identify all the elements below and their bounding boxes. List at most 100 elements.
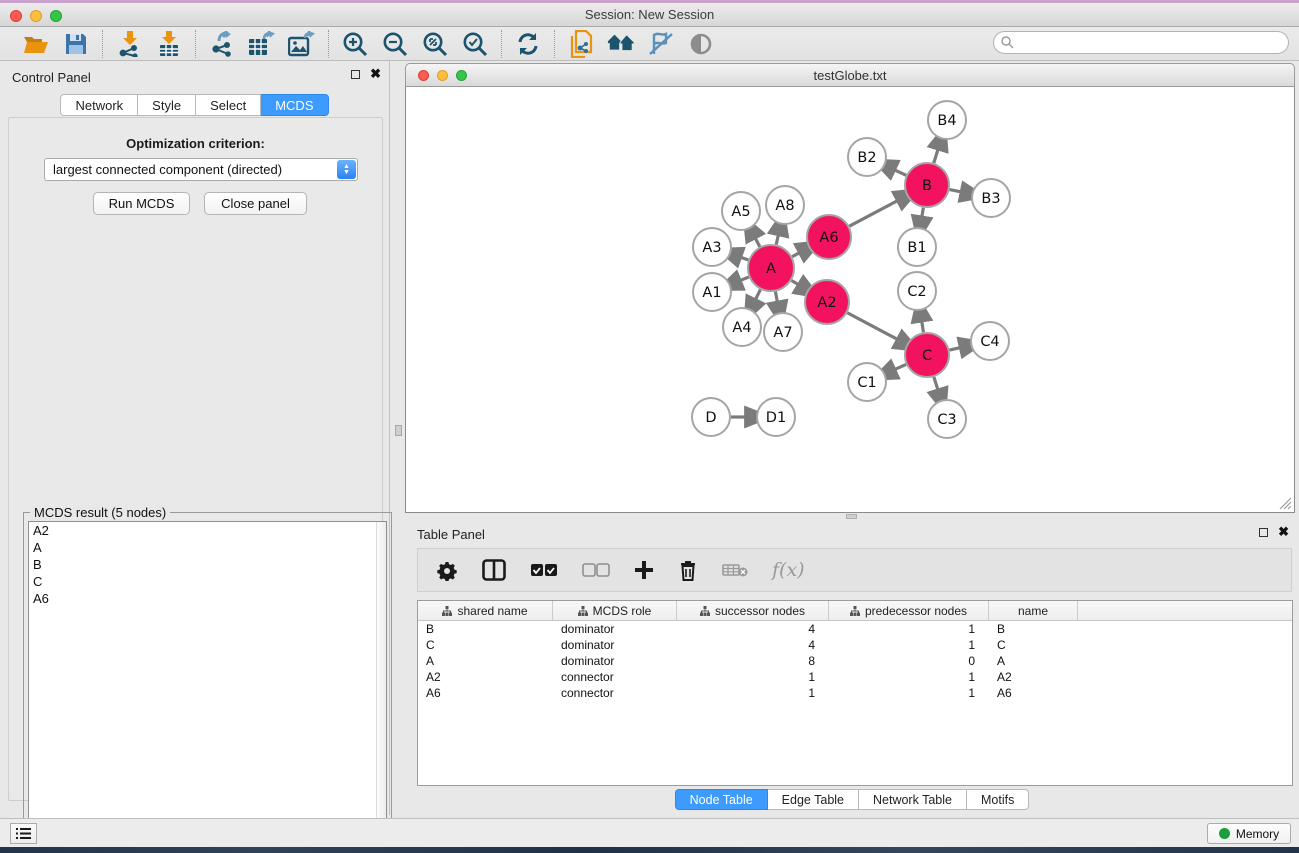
edge-A-A8[interactable] — [776, 233, 779, 244]
show-eye-icon[interactable] — [687, 30, 715, 58]
table-cell[interactable]: 8 — [677, 653, 829, 669]
tab-select[interactable]: Select — [196, 94, 261, 116]
node-C[interactable]: C — [905, 333, 949, 377]
open-session-icon[interactable] — [22, 30, 50, 58]
tab-mcds[interactable]: MCDS — [261, 94, 328, 116]
edge-B-B4[interactable] — [934, 148, 939, 163]
clone-network-icon[interactable] — [567, 30, 595, 58]
show-columns-icon[interactable] — [482, 559, 506, 581]
tab-style[interactable]: Style — [138, 94, 196, 116]
result-scrollbar[interactable] — [376, 522, 386, 846]
table-cell[interactable]: 1 — [829, 669, 989, 685]
result-item[interactable]: A — [29, 539, 386, 556]
node-A[interactable]: A — [748, 245, 794, 291]
edge-C-C1[interactable] — [893, 364, 906, 370]
close-panel-button[interactable]: Close panel — [204, 192, 307, 215]
edge-A-A6[interactable] — [792, 252, 801, 257]
tab-network-table[interactable]: Network Table — [859, 789, 967, 810]
vertical-split-handle[interactable] — [395, 425, 402, 436]
result-item[interactable]: B — [29, 556, 386, 573]
delete-column-trash-icon[interactable] — [678, 559, 698, 581]
edge-A-A3[interactable] — [739, 257, 748, 260]
table-cell[interactable]: 4 — [677, 621, 829, 637]
import-network-icon[interactable] — [115, 30, 143, 58]
edge-A-A5[interactable] — [755, 237, 760, 247]
node-B4[interactable]: B4 — [928, 101, 966, 139]
search-field[interactable] — [993, 31, 1289, 54]
column-header-predecessor-nodes[interactable]: predecessor nodes — [829, 601, 989, 620]
table-cell[interactable]: A2 — [418, 669, 553, 685]
function-builder-icon[interactable]: f(x) — [772, 559, 805, 581]
column-header-shared-name[interactable]: shared name — [418, 601, 553, 620]
tab-edge-table[interactable]: Edge Table — [768, 789, 859, 810]
float-panel-icon[interactable] — [351, 70, 360, 79]
export-image-icon[interactable] — [288, 30, 316, 58]
edge-B-B2[interactable] — [893, 169, 906, 175]
edge-A-A7[interactable] — [775, 292, 777, 304]
table-cell[interactable]: 0 — [829, 653, 989, 669]
node-C2[interactable]: C2 — [898, 272, 936, 310]
node-A8[interactable]: A8 — [766, 186, 804, 224]
table-cell[interactable]: dominator — [553, 621, 677, 637]
table-cell[interactable]: 1 — [829, 685, 989, 701]
hide-flags-icon[interactable] — [647, 30, 675, 58]
criterion-select[interactable]: largest connected component (directed) ▲… — [44, 158, 358, 181]
resize-grip-icon[interactable] — [1279, 497, 1292, 510]
node-D[interactable]: D — [692, 398, 730, 436]
zoom-selected-icon[interactable] — [461, 30, 489, 58]
edge-A-A1[interactable] — [739, 277, 749, 281]
deselect-all-icon[interactable] — [582, 563, 610, 577]
edge-A-A2[interactable] — [792, 280, 800, 285]
table-cell[interactable]: B — [418, 621, 553, 637]
table-cell[interactable]: connector — [553, 685, 677, 701]
column-header-successor-nodes[interactable]: successor nodes — [677, 601, 829, 620]
search-input[interactable] — [1018, 36, 1268, 50]
node-A3[interactable]: A3 — [693, 228, 731, 266]
result-item[interactable]: C — [29, 573, 386, 590]
table-cell[interactable]: 1 — [829, 637, 989, 653]
result-item[interactable]: A6 — [29, 590, 386, 607]
node-A4[interactable]: A4 — [723, 308, 761, 346]
table-cell[interactable]: A — [418, 653, 553, 669]
zoom-in-icon[interactable] — [341, 30, 369, 58]
edge-C-C2[interactable] — [921, 320, 923, 333]
edge-A2-C[interactable] — [847, 313, 898, 340]
table-cell[interactable]: 4 — [677, 637, 829, 653]
table-cell[interactable]: 1 — [829, 621, 989, 637]
table-cell[interactable]: C — [418, 637, 553, 653]
run-mcds-button[interactable]: Run MCDS — [93, 192, 190, 215]
memory-button[interactable]: Memory — [1207, 823, 1291, 844]
node-A5[interactable]: A5 — [722, 192, 760, 230]
edge-A6-B[interactable] — [849, 200, 898, 226]
tab-network[interactable]: Network — [60, 94, 138, 116]
add-column-icon[interactable] — [634, 560, 654, 580]
node-A7[interactable]: A7 — [764, 313, 802, 351]
network-canvas[interactable]: AA1A2A3A4A5A6A7A8BB1B2B3B4CC1C2C3C4DD1 — [405, 87, 1295, 513]
column-header-name[interactable]: name — [989, 601, 1078, 620]
save-session-icon[interactable] — [62, 30, 90, 58]
table-row[interactable]: A6connector11A6 — [418, 685, 1292, 701]
close-panel-icon[interactable]: ✖ — [370, 69, 381, 79]
import-table-icon[interactable] — [155, 30, 183, 58]
home-view-icon[interactable] — [607, 30, 635, 58]
table-cell[interactable]: A2 — [989, 669, 1078, 685]
table-cell[interactable]: A6 — [418, 685, 553, 701]
node-C4[interactable]: C4 — [971, 322, 1009, 360]
table-close-icon[interactable]: ✖ — [1278, 527, 1289, 537]
node-A2[interactable]: A2 — [805, 280, 849, 324]
zoom-fit-icon[interactable] — [421, 30, 449, 58]
network-window-titlebar[interactable]: testGlobe.txt — [405, 63, 1295, 87]
table-float-icon[interactable] — [1259, 528, 1268, 537]
task-history-button[interactable] — [10, 823, 37, 844]
edge-A-A4[interactable] — [755, 290, 761, 301]
tab-motifs[interactable]: Motifs — [967, 789, 1029, 810]
edge-B-B3[interactable] — [950, 190, 963, 193]
table-row[interactable]: Adominator80A — [418, 653, 1292, 669]
table-cell[interactable]: A6 — [989, 685, 1078, 701]
tab-node-table[interactable]: Node Table — [675, 789, 768, 810]
table-cell[interactable]: dominator — [553, 653, 677, 669]
table-cell[interactable]: connector — [553, 669, 677, 685]
table-settings-gear-icon[interactable] — [436, 559, 458, 581]
horizontal-split-handle[interactable] — [846, 514, 857, 519]
node-C1[interactable]: C1 — [848, 363, 886, 401]
